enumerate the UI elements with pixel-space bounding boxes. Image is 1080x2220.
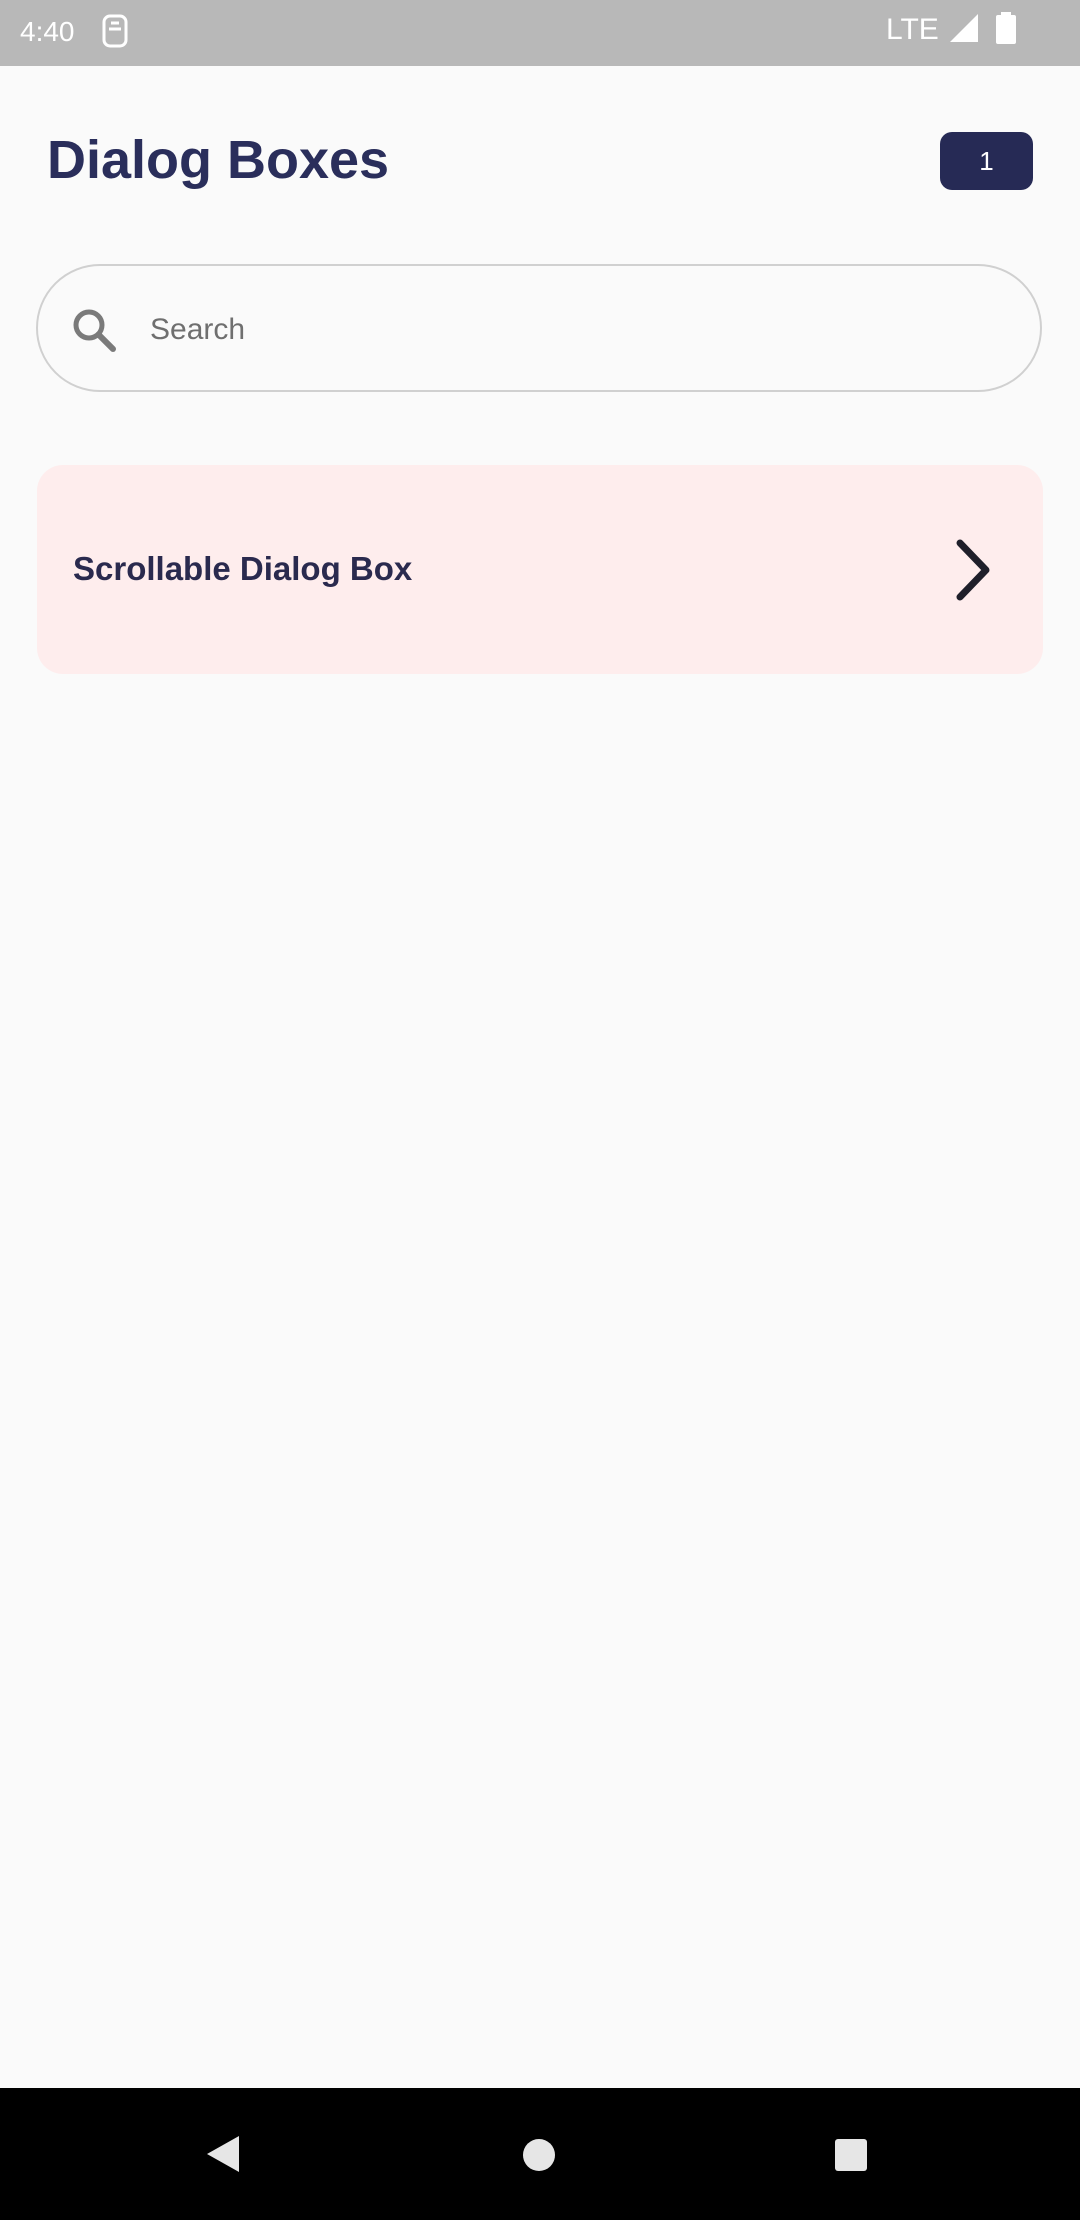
recents-icon[interactable] (834, 2138, 868, 2172)
search-input[interactable] (148, 294, 1012, 366)
count-badge[interactable]: 1 (940, 132, 1033, 190)
sim-icon (102, 14, 128, 48)
home-icon[interactable] (522, 2138, 556, 2172)
status-time: 4:40 (20, 16, 75, 47)
search-bar[interactable] (36, 264, 1042, 392)
screen: 4:40 LTE Dialog Boxes 1 Scrollable Dialo… (0, 0, 1080, 2220)
list-item-label: Scrollable Dialog Box (73, 550, 413, 587)
page-title: Dialog Boxes (47, 130, 390, 190)
navigation-bar (0, 2088, 1080, 2220)
chevron-right-icon (956, 539, 990, 601)
search-icon (73, 309, 116, 352)
battery-icon (996, 12, 1016, 44)
signal-icon (950, 14, 978, 42)
status-bar: 4:40 LTE (0, 0, 1080, 66)
list-item-scrollable-dialog-box[interactable]: Scrollable Dialog Box (37, 465, 1043, 674)
back-icon[interactable] (205, 2134, 241, 2174)
network-type-label: LTE (886, 13, 939, 46)
